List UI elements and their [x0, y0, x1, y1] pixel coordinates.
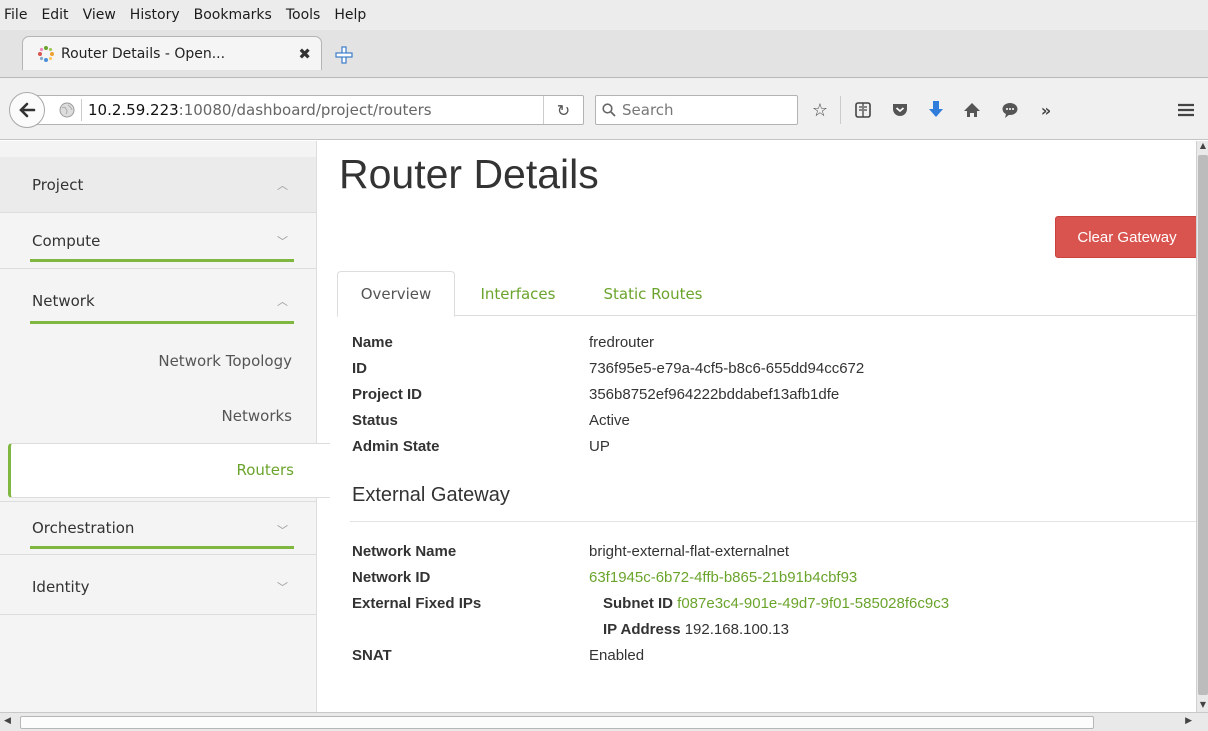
chevron-down-icon: ﹀ [277, 581, 288, 594]
new-tab-icon[interactable] [334, 45, 354, 65]
sidebar-section-project[interactable]: Project ︿ [0, 157, 316, 213]
chat-icon[interactable] [998, 98, 1022, 122]
name-label: Name [352, 334, 393, 351]
id-value: 736f95e5-e79a-4cf5-b8c6-655dd94cc672 [589, 360, 865, 377]
pocket-icon[interactable] [888, 98, 912, 122]
sidebar-item-label: Routers [236, 461, 294, 479]
scroll-down-arrow-icon[interactable]: ▼ [1197, 700, 1208, 712]
chevron-up-icon: ︿ [277, 179, 288, 192]
globe-icon [59, 102, 75, 118]
download-icon[interactable] [924, 98, 948, 122]
page-title: Router Details [339, 151, 599, 197]
search-icon [602, 103, 616, 117]
url-text[interactable]: 10.2.59.223:10080/dashboard/project/rout… [88, 101, 518, 119]
chevron-up-icon: ︿ [277, 295, 288, 308]
scroll-left-arrow-icon[interactable]: ◀ [4, 716, 11, 726]
network-id-label: Network ID [352, 569, 431, 586]
admin-state-value: UP [589, 438, 610, 455]
project-id-label: Project ID [352, 386, 423, 403]
search-placeholder: Search [622, 101, 674, 119]
menu-history[interactable]: History [130, 7, 180, 23]
sidebar-item-networks[interactable]: Networks [222, 407, 292, 425]
network-id-link[interactable]: 63f1945c-6b72-4ffb-b865-21b91b4cbf93 [589, 569, 857, 586]
main-content: Router Details Clear Gateway Overview In… [317, 141, 1196, 712]
vertical-scrollbar[interactable]: ▲ ▼ [1196, 141, 1208, 712]
sidebar-section-label: Compute [32, 231, 101, 250]
horizontal-scroll-thumb[interactable] [20, 716, 1094, 729]
sidebar-section-label: Orchestration [32, 519, 135, 537]
tab-static-routes[interactable]: Static Routes [581, 271, 725, 316]
menu-help[interactable]: Help [334, 7, 366, 23]
detail-tabs: Overview Interfaces Static Routes [337, 271, 1196, 317]
home-icon[interactable] [960, 98, 984, 122]
fixed-ips-label: External Fixed IPs [352, 595, 482, 612]
menu-file[interactable]: File [4, 7, 27, 23]
hamburger-menu-icon[interactable] [1174, 98, 1198, 122]
status-value: Active [589, 412, 630, 429]
network-id-value: 63f1945c-6b72-4ffb-b865-21b91b4cbf93 [589, 569, 857, 586]
menu-edit[interactable]: Edit [41, 7, 68, 23]
name-value: fredrouter [589, 334, 655, 351]
tab-title: Router Details - Open... [61, 45, 226, 62]
sidebar-section-label: Identity [32, 577, 90, 596]
url-separator [81, 99, 82, 121]
external-gateway-heading: External Gateway [352, 484, 510, 506]
status-label: Status [352, 412, 398, 429]
vertical-scroll-thumb[interactable] [1198, 155, 1208, 695]
browser-tab[interactable]: Router Details - Open... ✖ [22, 36, 322, 70]
reading-list-icon[interactable] [851, 98, 875, 122]
ip-address-value: 192.168.100.13 [684, 621, 789, 638]
ip-address-label: IP Address [603, 621, 681, 638]
chevron-down-icon: ﹀ [277, 524, 288, 537]
section-underline [30, 259, 294, 262]
reload-icon[interactable]: ↻ [543, 96, 583, 124]
menu-tools[interactable]: Tools [286, 7, 321, 23]
horizontal-scrollbar[interactable]: ◀ ▶ [0, 712, 1208, 731]
back-button[interactable] [9, 92, 45, 128]
menu-view[interactable]: View [83, 7, 116, 23]
tab-strip: Router Details - Open... ✖ [0, 30, 1208, 78]
sidebar-section-label: Project [32, 175, 84, 194]
url-bar[interactable]: 10.2.59.223:10080/dashboard/project/rout… [30, 95, 584, 125]
menu-bar: File Edit View History Bookmarks Tools H… [0, 0, 1208, 30]
chevron-down-icon: ﹀ [277, 235, 288, 248]
tab-interfaces[interactable]: Interfaces [455, 271, 581, 316]
snat-value: Enabled [589, 647, 645, 664]
scroll-up-arrow-icon[interactable]: ▲ [1197, 141, 1208, 153]
sidebar-item-network-topology[interactable]: Network Topology [158, 352, 292, 370]
network-name-label: Network Name [352, 543, 457, 560]
project-id-value: 356b8752ef964222bddabef13afb1dfe [589, 386, 840, 403]
id-label: ID [352, 360, 367, 377]
star-icon[interactable]: ☆ [808, 98, 832, 122]
navigation-toolbar: 10.2.59.223:10080/dashboard/project/rout… [0, 78, 1208, 140]
section-underline [30, 321, 294, 324]
admin-state-label: Admin State [352, 438, 440, 455]
sidebar: Project ︿ Compute ﹀ Network ︿ Network To… [0, 141, 317, 712]
overflow-icon[interactable]: » [1034, 98, 1058, 122]
network-name-value: bright-external-flat-externalnet [589, 543, 790, 560]
ip-address-row: IP Address 192.168.100.13 [603, 621, 789, 638]
scroll-right-arrow-icon[interactable]: ▶ [1185, 716, 1192, 726]
url-host: 10.2.59.223 [88, 101, 179, 119]
menu-bookmarks[interactable]: Bookmarks [194, 7, 272, 23]
sidebar-section-identity[interactable]: Identity ﹀ [0, 559, 316, 615]
subnet-id-link[interactable]: f087e3c4-901e-49d7-9f01-585028f6c9c3 [677, 595, 949, 612]
search-bar[interactable]: Search [595, 95, 798, 125]
sidebar-item-routers[interactable]: Routers [8, 443, 330, 498]
section-underline [30, 546, 294, 549]
section-divider [350, 521, 1196, 522]
page-viewport: Project ︿ Compute ﹀ Network ︿ Network To… [0, 141, 1196, 712]
snat-label: SNAT [352, 647, 392, 664]
openstack-favicon-icon [38, 45, 54, 62]
url-path: :10080/dashboard/project/routers [178, 101, 432, 119]
subnet-id-label: Subnet ID [603, 595, 673, 612]
subnet-id-row: Subnet ID f087e3c4-901e-49d7-9f01-585028… [603, 595, 949, 612]
toolbar-separator [840, 96, 841, 124]
close-tab-icon[interactable]: ✖ [298, 45, 311, 63]
clear-gateway-button[interactable]: Clear Gateway [1055, 216, 1196, 258]
tab-overview[interactable]: Overview [337, 271, 455, 317]
back-arrow-icon [19, 102, 36, 118]
sidebar-section-label: Network [32, 292, 95, 310]
